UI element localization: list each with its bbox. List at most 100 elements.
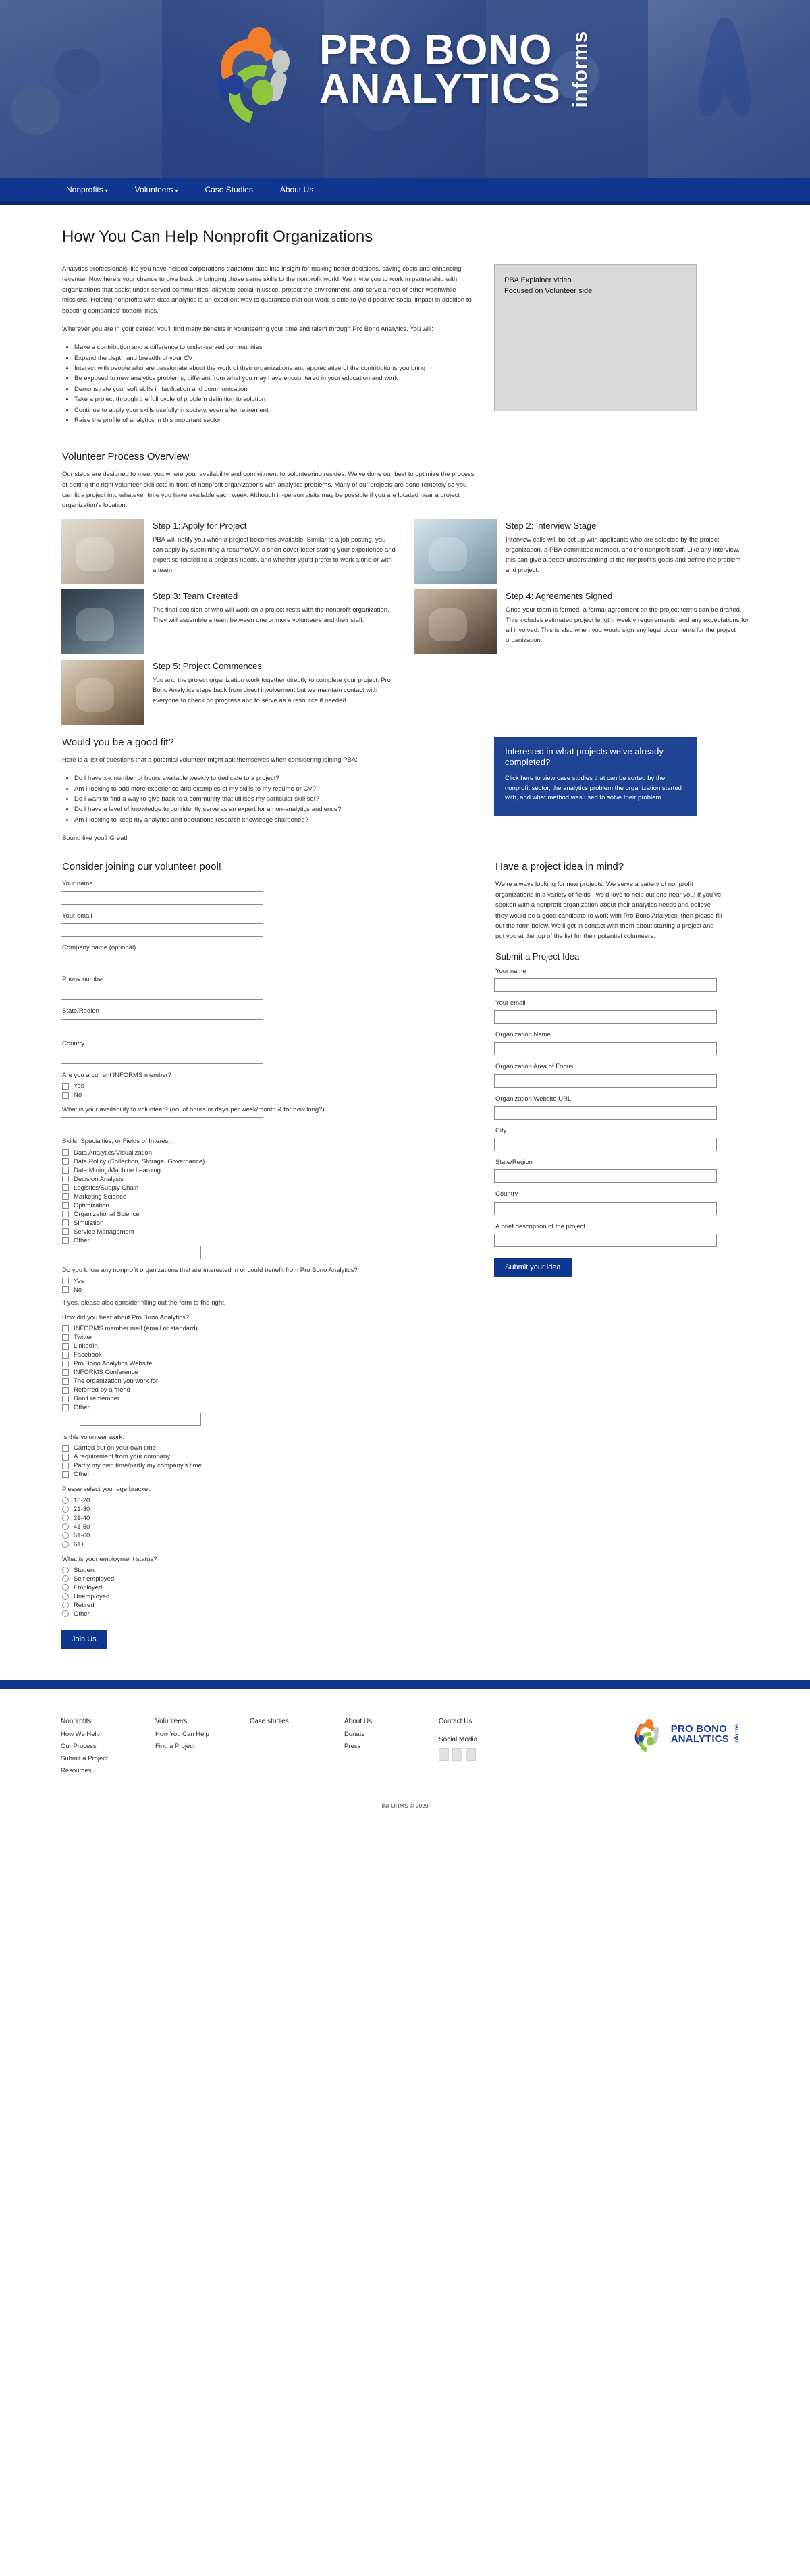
checkbox-icon[interactable]	[62, 1167, 69, 1174]
project-field-input-country[interactable]	[494, 1201, 717, 1215]
employment-status-option[interactable]: Student	[62, 1567, 477, 1574]
work-type-option[interactable]: Partly my own time/partly my company’s t…	[62, 1462, 477, 1469]
employment-status-option[interactable]: Other	[62, 1610, 477, 1618]
volunteer-country-input[interactable]	[61, 1050, 263, 1064]
informs-member-option[interactable]: No	[62, 1091, 477, 1099]
checkbox-icon[interactable]	[62, 1149, 69, 1157]
checkbox-icon[interactable]	[62, 1211, 69, 1218]
checkbox-icon[interactable]	[62, 1325, 69, 1332]
skills-option[interactable]: Marketing Science	[62, 1193, 477, 1201]
age-bracket-option[interactable]: 31-40	[62, 1515, 477, 1522]
project-field-input-organization-website-url[interactable]	[494, 1105, 717, 1120]
age-bracket-option[interactable]: 18-20	[62, 1497, 477, 1504]
checkbox-icon[interactable]	[62, 1082, 69, 1090]
age-bracket-option[interactable]: 61+	[62, 1541, 477, 1548]
age-bracket-option[interactable]: 41-50	[62, 1523, 477, 1531]
footer-link[interactable]: Submit a Project	[61, 1755, 155, 1762]
checkbox-icon[interactable]	[62, 1202, 69, 1209]
skills-option[interactable]: Data Analytics/Visualization	[62, 1149, 477, 1157]
skills-option[interactable]: Logistics/Supply Chain	[62, 1184, 477, 1192]
know-nonprofits-option[interactable]: No	[62, 1286, 477, 1294]
work-type-option[interactable]: Carried out on your own time	[62, 1444, 477, 1452]
how-hear-option[interactable]: Twitter	[62, 1334, 477, 1341]
checkbox-icon[interactable]	[62, 1453, 69, 1461]
checkbox-icon[interactable]	[62, 1286, 69, 1294]
twitter-icon[interactable]	[452, 1747, 462, 1761]
footer-contact-head[interactable]: Contact Us	[439, 1718, 540, 1725]
radio-icon[interactable]	[62, 1575, 69, 1583]
project-field-input-your-name[interactable]	[494, 978, 717, 992]
work-type-option[interactable]: A requirement from your company	[62, 1453, 477, 1461]
site-logo[interactable]: PRO BONO ANALYTICS informs	[0, 23, 810, 135]
checkbox-icon[interactable]	[62, 1342, 69, 1350]
submit-idea-button[interactable]: Submit your idea	[494, 1257, 572, 1277]
know-nonprofits-option[interactable]: Yes	[62, 1278, 477, 1285]
work-type-option[interactable]: Other	[62, 1471, 477, 1478]
how-hear-option[interactable]: Referred by a friend	[62, 1386, 477, 1394]
how-hear-option[interactable]: INFORMS Conference	[62, 1369, 477, 1376]
skills-other-input[interactable]	[80, 1245, 201, 1259]
checkbox-icon[interactable]	[62, 1237, 69, 1244]
footer-link[interactable]: Find a Project	[155, 1743, 250, 1750]
linkedin-icon[interactable]	[466, 1747, 476, 1761]
nav-item-nonprofits[interactable]: Nonprofits ▾	[66, 185, 108, 194]
how-hear-option[interactable]: Don’t remember	[62, 1395, 477, 1402]
how-hear-option[interactable]: Pro Bono Analytics Website	[62, 1360, 477, 1367]
footer-column-heading[interactable]: Volunteers	[155, 1718, 250, 1725]
skills-option[interactable]: Decision Analysis	[62, 1176, 477, 1183]
footer-link[interactable]: Our Process	[61, 1743, 155, 1750]
volunteer-phone-input[interactable]	[61, 987, 263, 1001]
checkbox-icon[interactable]	[62, 1176, 69, 1183]
footer-logo[interactable]: PRO BONO ANALYTICS informs	[632, 1718, 749, 1756]
skills-option[interactable]: Optimization	[62, 1202, 477, 1209]
radio-icon[interactable]	[62, 1541, 69, 1548]
nav-item-about-us[interactable]: About Us	[280, 185, 313, 194]
footer-column-heading[interactable]: About Us	[344, 1718, 439, 1725]
main-navigation[interactable]: Nonprofits ▾ Volunteers ▾ Case Studies About …	[0, 178, 810, 201]
footer-link[interactable]: How You Can Help	[155, 1731, 250, 1738]
checkbox-icon[interactable]	[62, 1184, 69, 1192]
how-hear-option[interactable]: Facebook	[62, 1351, 477, 1359]
checkbox-icon[interactable]	[62, 1462, 69, 1469]
checkbox-icon[interactable]	[62, 1377, 69, 1385]
skills-option[interactable]: Data Policy (Collection, Storage, Govern…	[62, 1158, 477, 1165]
radio-icon[interactable]	[62, 1523, 69, 1531]
how-hear-option[interactable]: LinkedIn	[62, 1342, 477, 1350]
checkbox-icon[interactable]	[62, 1091, 69, 1099]
skills-option[interactable]: Organizational Science	[62, 1211, 477, 1218]
age-bracket-option[interactable]: 21-30	[62, 1506, 477, 1513]
radio-icon[interactable]	[62, 1610, 69, 1618]
project-field-input-city[interactable]	[494, 1138, 717, 1152]
footer-link[interactable]: How We Help	[61, 1731, 155, 1738]
footer-column-heading[interactable]: Nonprofits	[61, 1718, 155, 1725]
checkbox-icon[interactable]	[62, 1404, 69, 1411]
radio-icon[interactable]	[62, 1567, 69, 1574]
radio-icon[interactable]	[62, 1497, 69, 1504]
project-field-input-state-region[interactable]	[494, 1169, 717, 1184]
project-field-input-your-email[interactable]	[494, 1010, 717, 1024]
nav-item-volunteers[interactable]: Volunteers ▾	[135, 185, 178, 194]
radio-icon[interactable]	[62, 1584, 69, 1592]
skills-option[interactable]: Simulation	[62, 1219, 477, 1227]
checkbox-icon[interactable]	[62, 1395, 69, 1402]
nav-item-case-studies[interactable]: Case Studies	[205, 185, 252, 194]
how-hear-option[interactable]: Other	[62, 1404, 477, 1411]
checkbox-icon[interactable]	[62, 1351, 69, 1359]
radio-icon[interactable]	[62, 1602, 69, 1609]
employment-status-option[interactable]: Self employed	[62, 1575, 477, 1583]
footer-link[interactable]: Press	[344, 1743, 439, 1750]
checkbox-icon[interactable]	[62, 1444, 69, 1452]
project-field-input-a-brief-description-of-the-project[interactable]	[494, 1233, 717, 1247]
checkbox-icon[interactable]	[62, 1228, 69, 1236]
footer-link[interactable]: Donate	[344, 1731, 439, 1738]
volunteer-availability-input[interactable]	[61, 1117, 263, 1131]
radio-icon[interactable]	[62, 1532, 69, 1540]
join-us-button[interactable]: Join Us	[61, 1629, 107, 1649]
employment-status-option[interactable]: Employed	[62, 1584, 477, 1592]
checkbox-icon[interactable]	[62, 1334, 69, 1341]
checkbox-icon[interactable]	[62, 1471, 69, 1478]
footer-link[interactable]: Resources	[61, 1767, 155, 1775]
radio-icon[interactable]	[62, 1593, 69, 1600]
volunteer-email-input[interactable]	[61, 922, 263, 937]
employment-status-option[interactable]: Retired	[62, 1602, 477, 1609]
